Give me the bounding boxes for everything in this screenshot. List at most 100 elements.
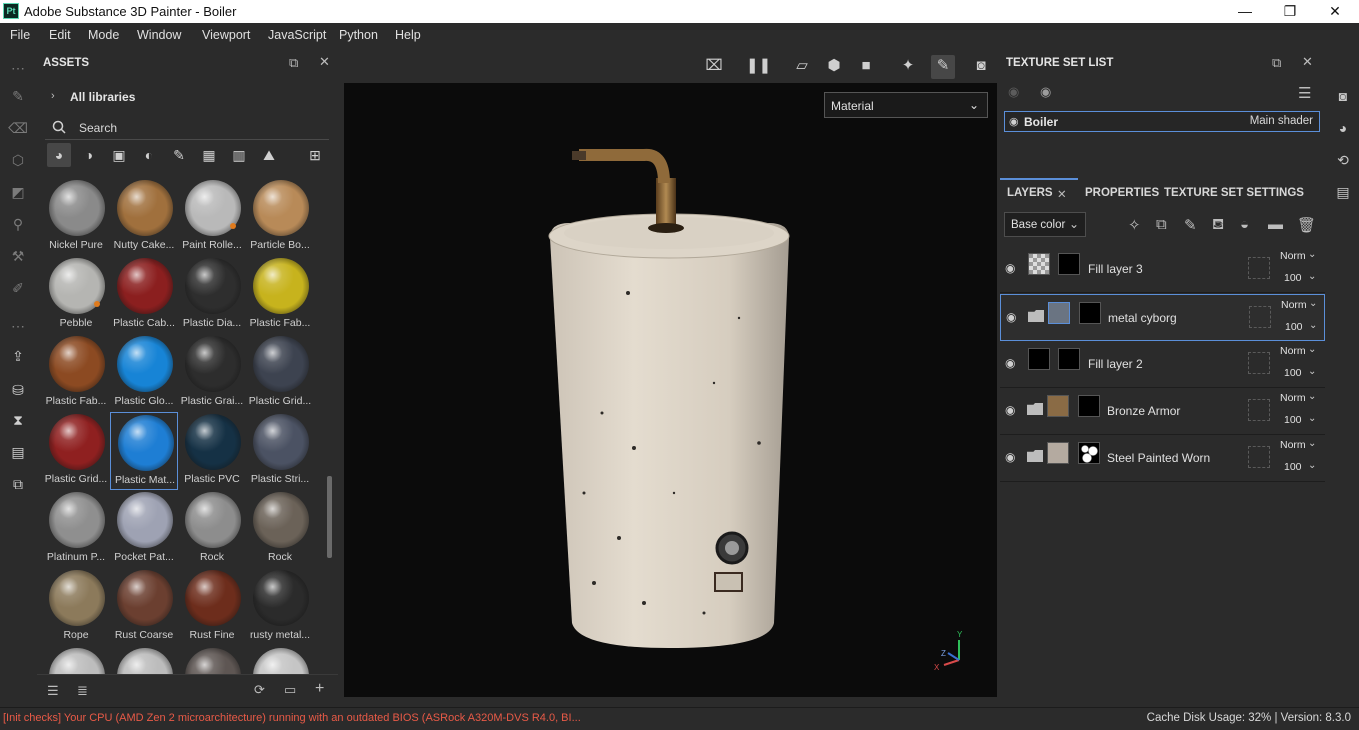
viewport-channel-select[interactable]: Material ⌄ — [824, 92, 988, 118]
layer-opacity[interactable]: 100 — [1284, 414, 1302, 426]
file-icon[interactable]: ▤ — [8, 442, 28, 462]
material-tile[interactable]: Nickel Pure — [42, 178, 110, 256]
layer-row[interactable]: ◉ metal cyborg Norm ⌄ 100 ⌄ — [1000, 294, 1325, 341]
material-tile[interactable]: Rope — [42, 568, 110, 646]
hide-ui-icon[interactable]: ⌧ — [702, 55, 726, 79]
blend-mode[interactable]: Norm — [1280, 392, 1306, 404]
mask-slot[interactable] — [1248, 446, 1270, 468]
maximize-button[interactable]: ❐ — [1267, 0, 1313, 23]
textures-filter-icon[interactable]: ▦ — [197, 143, 221, 167]
mask-slot[interactable] — [1248, 399, 1270, 421]
texture-set-boiler[interactable]: ◉ Boiler Main shader — [1004, 111, 1320, 132]
menu-icon[interactable]: ☰ — [1298, 84, 1311, 102]
timer-icon[interactable]: ⧗ — [8, 410, 28, 430]
smart-masks-filter-icon[interactable]: ◐ — [137, 143, 161, 167]
eye-icon[interactable]: ◉ — [1005, 450, 1015, 464]
menu-file[interactable]: File — [10, 28, 30, 42]
materials-filter-icon[interactable]: ◕ — [47, 143, 71, 167]
add-effect-icon[interactable]: ⧉ — [1156, 216, 1167, 233]
blend-mode[interactable]: Norm — [1280, 439, 1306, 451]
tab-layers[interactable]: LAYERS — [1007, 187, 1053, 199]
camera-icon[interactable]: ■ — [854, 55, 878, 79]
undock-icon-2[interactable]: ⧉ — [1272, 55, 1281, 71]
alphas-filter-icon[interactable]: ▥ — [227, 143, 251, 167]
log-icon[interactable]: ▤ — [1333, 182, 1353, 202]
material-tile[interactable] — [178, 646, 246, 674]
material-tile[interactable]: Plastic Grid... — [42, 412, 110, 490]
tab-properties[interactable]: PROPERTIES — [1085, 187, 1159, 199]
list-filter-icon[interactable]: ☰ — [47, 683, 59, 699]
masks-filter-icon[interactable]: ▣ — [107, 143, 131, 167]
layer-opacity[interactable]: 100 — [1285, 321, 1303, 333]
eye-icon[interactable]: ◉ — [1005, 356, 1015, 370]
asset-scrollbar[interactable] — [327, 476, 332, 558]
close-panel-icon[interactable]: ✕ — [319, 54, 330, 70]
projection-icon[interactable]: ⬡ — [8, 150, 28, 170]
material-tile[interactable] — [110, 646, 178, 674]
add-paint-layer-icon[interactable]: ✎ — [1184, 216, 1197, 234]
layer-opacity[interactable]: 100 — [1284, 272, 1302, 284]
layer-row[interactable]: ◉ Fill layer 2 Norm ⌄ 100 ⌄ — [1000, 341, 1325, 388]
material-tile[interactable]: Plastic Stri... — [246, 412, 314, 490]
material-tile[interactable]: Rust Fine — [178, 568, 246, 646]
menu-help[interactable]: Help — [395, 28, 421, 42]
menu-python[interactable]: Python — [339, 28, 378, 42]
material-tile[interactable]: Plastic Fab... — [246, 256, 314, 334]
mask-slot[interactable] — [1249, 306, 1271, 328]
eraser-icon[interactable]: ⌫ — [8, 118, 28, 138]
material-tile[interactable]: Pebble — [42, 256, 110, 334]
menu-edit[interactable]: Edit — [49, 28, 71, 42]
add-mask-icon[interactable]: ◒ — [1240, 216, 1249, 233]
clone-stamp-icon[interactable]: ⚒ — [8, 246, 28, 266]
grid-view-icon[interactable]: ⊞ — [303, 143, 327, 167]
material-tile[interactable]: Nutty Cake... — [110, 178, 178, 256]
material-tile[interactable]: Plastic Cab... — [110, 256, 178, 334]
add-fill-layer-icon[interactable]: ⛾ — [1212, 216, 1224, 235]
blend-mode[interactable]: Norm — [1280, 250, 1306, 262]
picker-icon[interactable]: ✐ — [8, 278, 28, 298]
delete-icon[interactable]: 🗑 — [1297, 216, 1316, 234]
material-tile[interactable]: Pocket Pat... — [110, 490, 178, 568]
smudge-icon[interactable]: ⚲ — [8, 214, 28, 234]
material-tile[interactable]: Rust Coarse — [110, 568, 178, 646]
material-tile[interactable]: Rock — [178, 490, 246, 568]
mask-slot[interactable] — [1248, 352, 1270, 374]
blend-mode[interactable]: Norm — [1280, 345, 1306, 357]
hide-icon[interactable]: ◉ — [1008, 84, 1019, 100]
refresh-icon[interactable]: ⟳ — [254, 682, 265, 698]
eye-icon[interactable]: ◉ — [1005, 403, 1015, 417]
channel-select[interactable]: Base color ⌄ — [1004, 212, 1086, 237]
tab-texture-set-settings[interactable]: TEXTURE SET SETTINGS — [1164, 187, 1304, 199]
shader-name[interactable]: Main shader — [1250, 115, 1313, 127]
selection-mode-icon[interactable]: ▱ — [790, 55, 814, 79]
magic-wand-icon[interactable]: ✧ — [1128, 216, 1141, 234]
export-icon[interactable]: ⇪ — [8, 346, 28, 366]
close-panel-icon-2[interactable]: ✕ — [1302, 54, 1313, 70]
material-tile[interactable]: Rock — [246, 490, 314, 568]
eye-outline-icon[interactable]: ◉ — [1040, 84, 1051, 100]
shader-settings-icon[interactable]: ◕ — [1333, 118, 1353, 138]
folder-icon[interactable]: ▭ — [284, 682, 296, 698]
material-tile[interactable]: rusty metal... — [246, 568, 314, 646]
chevron-right-icon[interactable]: › — [51, 90, 55, 102]
menu-mode[interactable]: Mode — [88, 28, 119, 42]
status-message[interactable]: [Init checks] Your CPU (AMD Zen 2 microa… — [3, 712, 581, 724]
brushes-filter-icon[interactable]: ✎ — [167, 143, 191, 167]
minimize-button[interactable]: — — [1222, 0, 1268, 23]
close-button[interactable]: ✕ — [1312, 0, 1358, 23]
close-layers-tab-icon[interactable]: ✕ — [1057, 187, 1067, 201]
layer-opacity[interactable]: 100 — [1284, 367, 1302, 379]
display-mode-icon[interactable]: ⬢ — [822, 55, 846, 79]
layer-row[interactable]: ◉ Fill layer 3 Norm ⌄ 100 ⌄ — [1000, 246, 1325, 293]
layer-row[interactable]: ◉ Bronze Armor Norm ⌄ 100 ⌄ — [1000, 388, 1325, 435]
all-libraries-link[interactable]: All libraries — [70, 90, 135, 104]
layer-row[interactable]: ◉ Steel Painted Worn Norm ⌄ 100 ⌄ — [1000, 435, 1325, 482]
environments-filter-icon[interactable]: ⛰ — [257, 143, 281, 167]
smart-materials-filter-icon[interactable]: ◑ — [77, 143, 101, 167]
symmetry-icon[interactable]: ✦ — [896, 55, 920, 79]
screenshot-icon[interactable]: ◙ — [969, 55, 993, 79]
pause-icon[interactable]: ❚❚ — [746, 55, 771, 79]
menu-javascript[interactable]: JavaScript — [268, 28, 326, 42]
material-tile[interactable] — [42, 646, 110, 674]
menu-viewport[interactable]: Viewport — [202, 28, 250, 42]
